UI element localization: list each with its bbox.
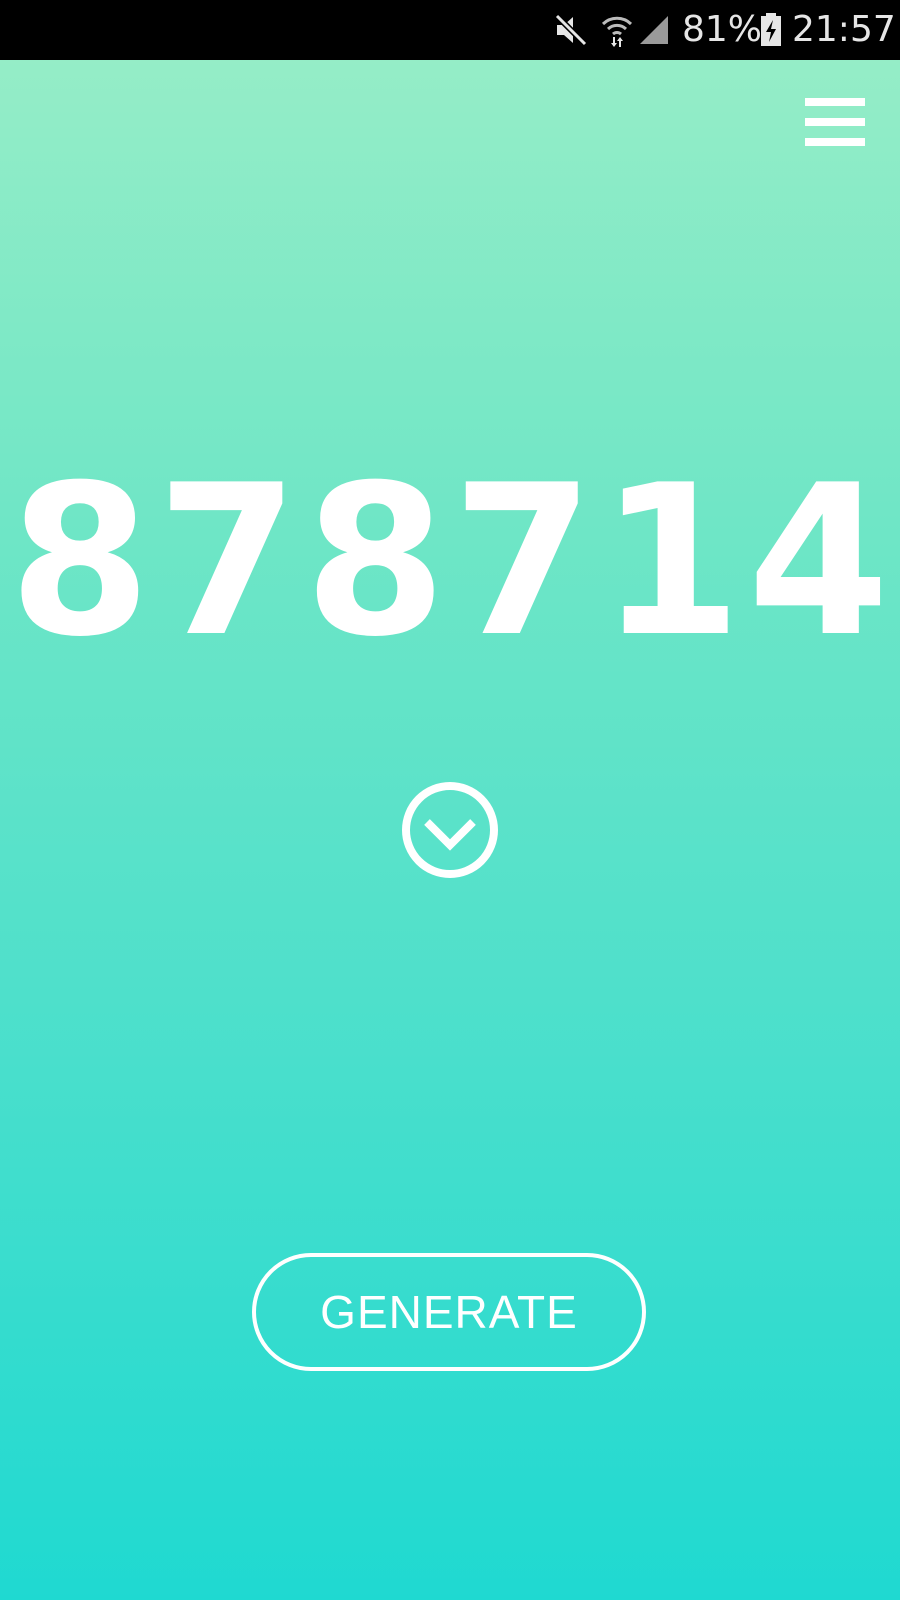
wifi-icon xyxy=(600,0,636,60)
menu-bar-bottom xyxy=(805,138,865,146)
chevron-down-circle-icon[interactable] xyxy=(400,780,500,880)
battery-percent: 81% xyxy=(682,0,762,60)
status-bar: 81% 21:57 xyxy=(0,0,900,60)
generate-button[interactable]: GENERATE xyxy=(252,1253,646,1371)
menu-bar-middle xyxy=(805,118,865,126)
generated-code: 878714 xyxy=(9,441,896,683)
battery-percent-text: 81% xyxy=(682,9,763,50)
app-screen: 878714 GENERATE xyxy=(0,60,900,1600)
battery-charging-icon xyxy=(760,0,782,60)
clock-text: 21:57 xyxy=(792,9,896,50)
cell-signal-icon xyxy=(638,0,672,60)
mute-icon xyxy=(553,0,593,60)
hamburger-menu-icon[interactable] xyxy=(805,98,865,146)
clock: 21:57 xyxy=(792,0,896,60)
menu-bar-top xyxy=(805,98,865,106)
